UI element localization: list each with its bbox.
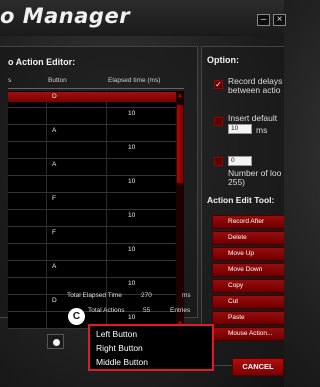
table-row-time-cell[interactable]: 10 bbox=[128, 246, 135, 253]
row-divider bbox=[8, 260, 176, 261]
record-dot-icon bbox=[53, 339, 60, 346]
title-bar: o Manager – × bbox=[0, 0, 286, 36]
table-row-time-cell[interactable]: 10 bbox=[128, 178, 135, 185]
table-row-button-cell[interactable]: F bbox=[52, 229, 56, 236]
total-actions-label: Total Actions bbox=[88, 307, 125, 314]
row-divider bbox=[8, 175, 176, 176]
total-elapsed-unit: ms bbox=[182, 292, 191, 299]
total-actions-value: 55 bbox=[143, 307, 151, 314]
record-after-button[interactable]: Record After bbox=[212, 215, 284, 229]
callout-marker: C bbox=[68, 308, 85, 325]
total-actions-unit: Entries bbox=[170, 307, 191, 314]
total-elapsed-value: 270 bbox=[141, 292, 152, 299]
column-header-keys: s bbox=[8, 77, 12, 84]
copy-button[interactable]: Copy bbox=[212, 279, 284, 293]
paste-button[interactable]: Paste bbox=[212, 311, 284, 325]
minimize-icon[interactable]: – bbox=[257, 14, 270, 26]
insert-default-checkbox[interactable] bbox=[214, 117, 223, 126]
column-header-button: Button bbox=[48, 77, 67, 84]
loops-label-2: 255) bbox=[228, 177, 246, 187]
row-divider bbox=[8, 192, 176, 193]
table-row-time-cell[interactable]: 10 bbox=[128, 110, 135, 117]
table-row-button-cell[interactable]: F bbox=[52, 195, 56, 202]
loops-checkbox[interactable] bbox=[214, 157, 223, 166]
action-edit-tool-title: Action Edit Tool: bbox=[207, 195, 275, 205]
scroll-up-arrow-icon[interactable]: ▲ bbox=[176, 91, 184, 101]
table-row-time-cell[interactable]: 10 bbox=[128, 314, 135, 321]
cut-button[interactable]: Cut bbox=[212, 295, 284, 309]
loops-input[interactable]: 0 bbox=[228, 156, 252, 166]
action-editor-panel: o Action Editor: s Button Elapsed time (… bbox=[0, 46, 198, 329]
row-divider bbox=[8, 158, 176, 159]
mouse-action-button[interactable]: Mouse Action... bbox=[212, 327, 284, 341]
menu-item-middle-button[interactable]: Middle Button bbox=[96, 357, 148, 367]
record-delays-label-2: between actio bbox=[228, 85, 281, 95]
action-editor-title: o Action Editor: bbox=[8, 57, 76, 67]
row-divider bbox=[8, 141, 176, 142]
scrollbar-thumb[interactable] bbox=[177, 105, 183, 183]
record-toggle-button[interactable] bbox=[47, 334, 64, 349]
table-row-button-cell[interactable]: A bbox=[52, 161, 56, 168]
options-title: Option: bbox=[207, 55, 239, 65]
record-delays-checkbox[interactable]: ✓ bbox=[214, 80, 223, 89]
column-header-elapsed: Elapsed time (ms) bbox=[108, 77, 161, 84]
table-row-time-cell[interactable]: 10 bbox=[128, 144, 135, 151]
header-divider bbox=[8, 88, 184, 89]
table-row-button-cell[interactable]: D bbox=[52, 93, 57, 100]
app-title: o Manager bbox=[0, 4, 131, 28]
table-row-time-cell[interactable]: 10 bbox=[128, 280, 135, 287]
mouse-action-menu: Left Button Right Button Middle Button bbox=[88, 324, 214, 371]
menu-item-right-button[interactable]: Right Button bbox=[96, 343, 143, 353]
insert-default-unit: ms bbox=[256, 125, 268, 135]
row-divider bbox=[8, 107, 176, 108]
table-row-button-cell[interactable]: A bbox=[52, 263, 56, 270]
insert-default-input[interactable]: 10 bbox=[228, 124, 252, 134]
selected-row-highlight bbox=[8, 92, 176, 102]
total-elapsed-label: Total Elapsed Time bbox=[67, 292, 122, 299]
row-divider bbox=[8, 209, 176, 210]
insert-default-label: Insert default bbox=[228, 113, 278, 123]
table-row-time-cell[interactable]: 10 bbox=[128, 212, 135, 219]
cancel-button[interactable]: CANCEL bbox=[232, 358, 284, 376]
move-down-button[interactable]: Move Down bbox=[212, 263, 284, 277]
row-divider bbox=[8, 277, 176, 278]
menu-item-left-button[interactable]: Left Button bbox=[96, 329, 137, 339]
row-divider bbox=[8, 124, 176, 125]
move-up-button[interactable]: Move Up bbox=[212, 247, 284, 261]
row-divider bbox=[8, 226, 176, 227]
table-row-button-cell[interactable]: D bbox=[52, 297, 57, 304]
close-icon[interactable]: × bbox=[273, 14, 286, 26]
delete-button[interactable]: Delete bbox=[212, 231, 284, 245]
table-row-button-cell[interactable]: A bbox=[52, 127, 56, 134]
row-divider bbox=[8, 243, 176, 244]
